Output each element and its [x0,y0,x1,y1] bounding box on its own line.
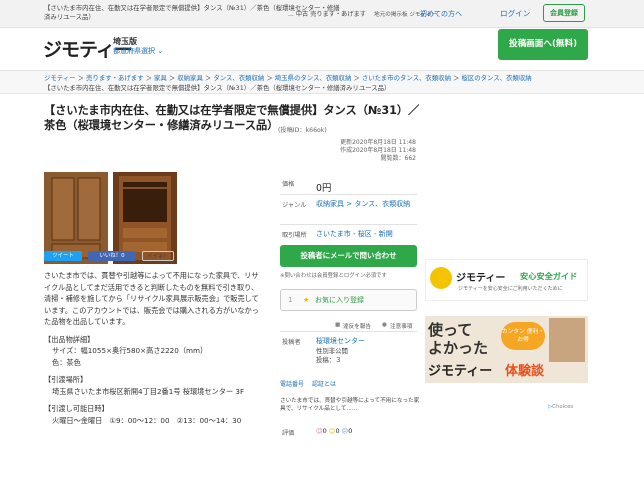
area-label: 取引場所 [282,232,307,239]
breadcrumb-link[interactable]: 売ります・あげます [86,74,144,82]
ad-choices-label: Choices [552,404,574,410]
favorite-button[interactable]: 1 ★ お気に入り登録 [280,289,417,311]
guide-title: 安心安全ガイド [520,271,578,281]
caution-icon: ● [382,322,387,328]
divider [280,224,417,225]
section-heading: 【引渡し可能日時】 [44,404,109,413]
breadcrumb-link[interactable]: 収納家具 [177,74,203,82]
size-text: サイズ：幅1055×奥行580×高さ2220（mm） [52,346,208,355]
time-text: 火曜日～金曜日 ①9：00～12：00 ②13：00～14：30 [52,415,242,425]
safety-guide-banner[interactable]: ジモティー 安心安全ガイド ジモティーを安心安全にご利用いただくために [425,259,588,301]
item-meta: 更新2020年8月18日 11:48 作成2020年8月18日 11:48 閲覧… [300,139,416,163]
favorite-label: お気に入り登録 [315,296,364,304]
exp-brand: ジモティー [428,364,493,379]
exp-title: 体験談 [505,364,545,379]
area-link[interactable]: さいたま市 - 桜区 - 新開 [316,229,393,239]
updated-date: 更新2020年8月18日 11:48 [340,139,416,146]
post-id: (投稿ID：k66ok) [278,127,327,134]
prefecture-select-link[interactable]: 都道府県選択 ⌄ [113,46,163,56]
item-description: さいたま市では、貫替や引越等によって不用になった家具で、リサイクル品としてまだ活… [44,270,259,426]
tweet-button[interactable]: ツイート [44,251,82,261]
iine-button[interactable]: イイネ！ [142,251,174,261]
price-value: 0円 [316,183,332,194]
first-time-link[interactable]: 初めての方へ [420,9,462,19]
view-count: 閲覧数：662 [380,155,416,162]
evaluation-counts: ☺0 ☺0 ☹0 [316,427,352,435]
place-text: 埼玉県さいたま市桜区新開4丁目2番1号 桜環境センター 3F [52,386,245,396]
genre-link[interactable]: 収納家具 > タンス、衣類収納 [316,199,416,209]
divider [280,194,417,195]
caution-link[interactable]: 注意事項 [390,322,412,330]
section-heading: 【出品物詳細】 [44,334,95,344]
breadcrumb-link[interactable]: 家具 [154,74,167,82]
top-bar: 【さいたま市内在住、在勤又は在学者限定で無償提供】タンス（№31）／茶色（桜環境… [0,0,644,28]
phone-verified-badge: 電話番号 [280,381,305,388]
experience-banner[interactable]: 使って よかった カンタン 便利・お得 ジモティー 体験談 [425,316,588,383]
breadcrumb-link[interactable]: タンス、衣類収納 [213,74,264,82]
poster-label: 投稿者 [282,339,301,346]
breadcrumb-link[interactable]: さいたま市のタンス、衣類収納 [362,74,451,82]
description-intro: さいたま市では、貫替や引越等によって不用になった家具で、リサイクル品としてまだ活… [44,271,259,326]
color-text: 色：茶色 [52,357,81,367]
contact-mail-button[interactable]: 投稿者にメールで問い合わせ [280,245,417,267]
section-heading: 【引渡場所】 [44,375,88,384]
eval-good: 0 [322,427,327,435]
breadcrumb-link[interactable]: 桜区のタンス、衣類収納 [461,74,531,82]
divider [280,331,417,332]
genre-label: ジャンル [282,202,307,209]
evaluation-label: 評価 [282,430,295,437]
register-button[interactable]: 会員登録 [543,4,585,22]
megaphone-icon [430,267,452,289]
post-button[interactable]: 投稿画面へ(無料) [498,29,588,60]
breadcrumb: ジモティー ＞ 売ります・あげます ＞ 家具 ＞ 収納家具 ＞ タンス、衣類収納… [0,70,644,94]
breadcrumb-link[interactable]: 埼玉県のタンス、衣類収納 [275,74,352,82]
login-link[interactable]: ログイン [500,8,530,19]
poster-link[interactable]: 桜環境センター [316,336,365,346]
report-icon: ■ [335,322,341,328]
person-photo-icon [549,318,585,362]
eval-normal: 0 [335,427,340,435]
poster-description: さいたま市では、貫替や引越等によって不用になった家具で、リサイクル品として...… [280,398,420,412]
exp-badge: カンタン 便利・お得 [501,322,545,350]
breadcrumb-links: ジモティー ＞ 売ります・あげます ＞ 家具 ＞ 収納家具 ＞ タンス、衣類収納… [44,74,532,82]
verification-tags: 電話番号 認証とは [280,379,417,388]
report-link[interactable]: 違反を報告 [343,322,371,330]
star-icon: ★ [303,296,310,304]
ad-choices[interactable]: ▷Choices [548,404,573,410]
eval-bad: 0 [348,427,353,435]
guide-sub: ジモティーを安心安全にご利用いただくために [458,286,563,292]
favorite-count: 1 [288,296,293,304]
poster-post-count: 投稿：３ [316,356,342,364]
poster-gender: 性別非公開 [316,347,348,355]
good-eval-icon: ☺ [316,427,323,435]
price-label: 価格 [282,181,295,188]
created-date: 作成2020年8月18日 11:48 [340,147,416,154]
exp-line2: よかった [428,339,489,357]
guide-brand: ジモティー [456,273,506,284]
breadcrumb-link[interactable]: ジモティー [44,74,76,82]
verification-help-link[interactable]: 認証とは [312,381,336,388]
item-title: 【さいたま市内在住、在勤又は在学者限定で無償提供】タンス（№31）／茶色（桜環境… [44,104,420,132]
top-bar-category: ... 中古 売ります・あげます [288,11,366,18]
breadcrumb-current: 【さいたま市内在住、在勤又は在学者限定で無償提供】タンス（№31）／茶色（桜環境… [44,84,391,92]
facebook-like-button[interactable]: いいね！0 [88,251,136,261]
contact-note: ※問い合わせは会員登録とログイン必須です [280,273,387,279]
header: ジモティー 埼玉版 都道府県選択 ⌄ 投稿画面へ(無料) [0,28,644,70]
